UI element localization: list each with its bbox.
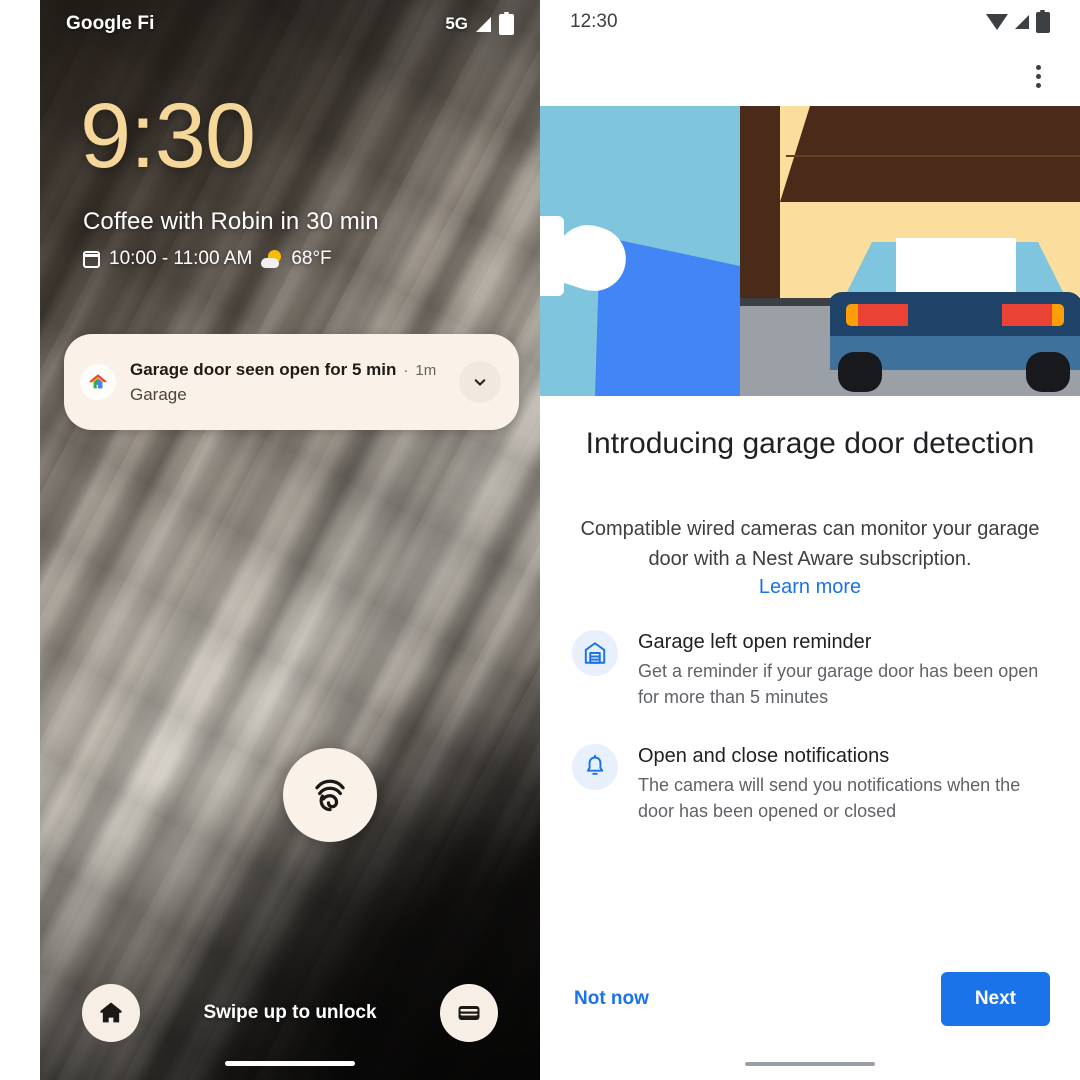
event-title: Coffee with Robin in 30 min [83, 208, 379, 235]
notification-separator: · [403, 361, 409, 379]
unlock-hint: Swipe up to unlock [203, 1002, 377, 1023]
feature-item-garage-reminder: Garage left open reminder Get a reminder… [572, 630, 1052, 710]
feature-list: Garage left open reminder Get a reminder… [572, 630, 1052, 858]
page-description: Compatible wired cameras can monitor you… [580, 518, 1040, 571]
lock-bottom-bar: Swipe up to unlock [40, 982, 540, 1044]
home-shortcut-icon[interactable] [82, 984, 140, 1042]
event-time-range: 10:00 - 11:00 AM [109, 248, 253, 269]
feature-title: Open and close notifications [638, 745, 890, 768]
app-status-bar: 12:30 [540, 0, 1080, 44]
fingerprint-icon[interactable] [283, 748, 377, 842]
next-button[interactable]: Next [940, 972, 1050, 1026]
network-type-label: 5G [445, 14, 468, 33]
notification-subtitle: Garage [130, 384, 187, 404]
google-home-icon [80, 364, 116, 400]
screenshot-root: Google Fi 5G 9:30 Coffee with Robin in 3… [0, 0, 1080, 1080]
feature-text: Garage left open reminder Get a reminder… [638, 630, 1052, 710]
event-details: 10:00 - 11:00 AM 68°F [83, 248, 379, 270]
app-status-icons [986, 9, 1050, 33]
lock-clock: 9:30 [80, 85, 256, 187]
not-now-button[interactable]: Not now [570, 980, 653, 1018]
battery-icon [499, 11, 514, 35]
bell-icon [572, 744, 618, 791]
lock-status-bar: Google Fi 5G [40, 0, 540, 48]
raised-garage-door [780, 106, 1080, 206]
signal-bars-icon [1015, 15, 1029, 29]
notification-card[interactable]: Garage door seen open for 5 min · 1m Gar… [64, 334, 519, 430]
feature-item-open-close-notifications: Open and close notifications The camera … [572, 744, 1052, 824]
learn-more-link[interactable]: Learn more [572, 576, 1048, 599]
wallet-icon[interactable] [440, 984, 498, 1042]
feature-description: Get a reminder if your garage door has b… [638, 661, 1039, 707]
app-footer: Not now Next [540, 970, 1080, 1028]
carrier-label: Google Fi [66, 13, 155, 34]
event-temperature: 68°F [291, 248, 332, 269]
garage-icon [572, 630, 618, 676]
lock-event-widget[interactable]: Coffee with Robin in 30 min 10:00 - 11:0… [83, 208, 379, 270]
notification-text: Garage door seen open for 5 min · 1m Gar… [130, 360, 445, 405]
notification-title: Garage door seen open for 5 min [130, 359, 397, 379]
parked-car-illustration [830, 238, 1080, 392]
lock-status-icons: 5G [445, 11, 514, 35]
app-gesture-bar[interactable] [745, 1062, 875, 1066]
notification-time: 1m [415, 361, 437, 379]
wifi-icon [986, 14, 1008, 30]
page-title: Introducing garage door detection [585, 427, 1035, 460]
chevron-down-icon[interactable] [459, 361, 501, 403]
calendar-icon [83, 250, 100, 268]
feature-text: Open and close notifications The camera … [638, 744, 1052, 824]
lock-gesture-bar[interactable] [225, 1061, 355, 1066]
feature-description: The camera will send you notifications w… [638, 775, 1021, 821]
status-time: 12:30 [570, 11, 618, 32]
garage-door-camera-illustration [540, 106, 1080, 396]
lock-screen-phone: Google Fi 5G 9:30 Coffee with Robin in 3… [40, 0, 540, 1080]
signal-bars-icon [476, 16, 491, 32]
battery-icon [1036, 9, 1050, 33]
feature-title: Garage left open reminder [638, 631, 872, 653]
nest-app-phone: 12:30 Introducing garage door detection … [540, 0, 1080, 1080]
more-vertical-icon[interactable] [1020, 58, 1056, 94]
sun-behind-cloud-icon [261, 250, 282, 268]
notification-header: Garage door seen open for 5 min · 1m [130, 360, 445, 380]
